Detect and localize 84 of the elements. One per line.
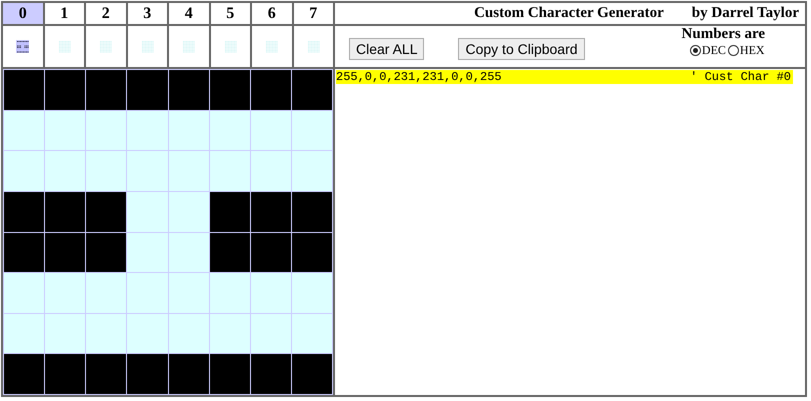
pixel-cell[interactable] [210, 354, 250, 394]
pixel-cell[interactable] [45, 151, 86, 191]
pixel-cell[interactable] [210, 192, 250, 232]
pixel-cell[interactable] [86, 354, 126, 394]
pixel-cell[interactable] [45, 232, 86, 272]
pixel-cell[interactable] [210, 110, 250, 150]
action-button[interactable]: Copy to Clipboard [458, 38, 585, 60]
radio-button[interactable] [690, 45, 701, 56]
pixel-cell[interactable] [86, 151, 126, 191]
pixel-cell[interactable] [4, 314, 44, 354]
character-tab[interactable]: 5 [210, 3, 250, 24]
character-tab[interactable]: 4 [169, 3, 208, 24]
pixel-cell[interactable] [210, 151, 250, 191]
pixel-cell[interactable] [4, 273, 44, 313]
pixel-cell[interactable] [168, 192, 209, 232]
character-tab[interactable]: 6 [252, 3, 292, 24]
pixel-cell[interactable] [4, 192, 44, 232]
pixel-cell[interactable] [4, 70, 44, 110]
code-comment: ' Cust Char #0 [690, 70, 791, 84]
pixel-cell[interactable] [250, 192, 291, 232]
pixel-cell[interactable] [4, 354, 44, 394]
radio-button[interactable] [728, 45, 739, 56]
character-preview-icon[interactable] [16, 40, 30, 53]
pixel-cell[interactable] [45, 70, 86, 110]
action-button[interactable]: Clear ALL [349, 38, 424, 60]
pixel-cell[interactable] [250, 273, 291, 313]
pixel-cell[interactable] [210, 273, 250, 313]
pixel-cell[interactable] [250, 151, 291, 191]
pixel-cell[interactable] [292, 192, 332, 232]
pixel-cell[interactable] [168, 354, 209, 394]
pixel-cell[interactable] [292, 273, 332, 313]
character-tab[interactable]: 7 [294, 3, 333, 24]
pixel-cell[interactable] [210, 70, 250, 110]
pixel-cell[interactable] [210, 314, 250, 354]
pixel-cell[interactable] [127, 70, 168, 110]
pixel-cell[interactable] [45, 192, 86, 232]
pixel-cell[interactable] [127, 273, 168, 313]
byte-values: 255,0,0,231,231,0,0,255 [336, 70, 502, 84]
pixel-cell[interactable] [86, 110, 126, 150]
pixel-cell[interactable] [168, 273, 209, 313]
pixel-cell[interactable] [4, 151, 44, 191]
pixel-cell[interactable] [45, 110, 86, 150]
character-tab[interactable]: 0 [3, 3, 42, 24]
pixel-cell[interactable] [250, 232, 291, 272]
pixel-cell[interactable] [292, 110, 332, 150]
pixel-cell[interactable] [168, 151, 209, 191]
app-title: Custom Character Generator [474, 5, 664, 22]
pixel-cell[interactable] [250, 70, 291, 110]
radio-label: DEC [702, 43, 726, 58]
pixel-cell[interactable] [127, 151, 168, 191]
author-credit: by Darrel Taylor [692, 5, 799, 22]
radio-label: HEX [740, 43, 765, 58]
pixel-cell[interactable] [86, 314, 126, 354]
pixel-cell[interactable] [168, 314, 209, 354]
pixel-cell[interactable] [45, 354, 86, 394]
pixel-cell[interactable] [168, 232, 209, 272]
character-tab[interactable]: 1 [44, 3, 84, 24]
pixel-cell[interactable] [250, 354, 291, 394]
pixel-cell[interactable] [45, 314, 86, 354]
pixel-cell[interactable] [86, 273, 126, 313]
pixel-cell[interactable] [292, 151, 332, 191]
pixel-cell[interactable] [86, 192, 126, 232]
pixel-cell[interactable] [127, 354, 168, 394]
pixel-cell[interactable] [210, 232, 250, 272]
character-tab[interactable]: 3 [128, 3, 167, 24]
pixel-cell[interactable] [168, 110, 209, 150]
pixel-cell[interactable] [127, 192, 168, 232]
pixel-cell[interactable] [4, 232, 44, 272]
pixel-cell[interactable] [86, 232, 126, 272]
pixel-cell[interactable] [127, 110, 168, 150]
pixel-cell[interactable] [292, 232, 332, 272]
pixel-cell[interactable] [45, 273, 86, 313]
pixel-cell[interactable] [292, 314, 332, 354]
character-tab[interactable]: 2 [86, 3, 126, 24]
pixel-cell[interactable] [168, 70, 209, 110]
pixel-cell[interactable] [250, 110, 291, 150]
format-label: Numbers are [682, 26, 765, 43]
pixel-cell[interactable] [292, 354, 332, 394]
pixel-cell[interactable] [250, 314, 291, 354]
pixel-cell[interactable] [4, 110, 44, 150]
pixel-cell[interactable] [127, 232, 168, 272]
pixel-cell[interactable] [127, 314, 168, 354]
pixel-cell[interactable] [292, 70, 332, 110]
pixel-cell[interactable] [86, 70, 126, 110]
